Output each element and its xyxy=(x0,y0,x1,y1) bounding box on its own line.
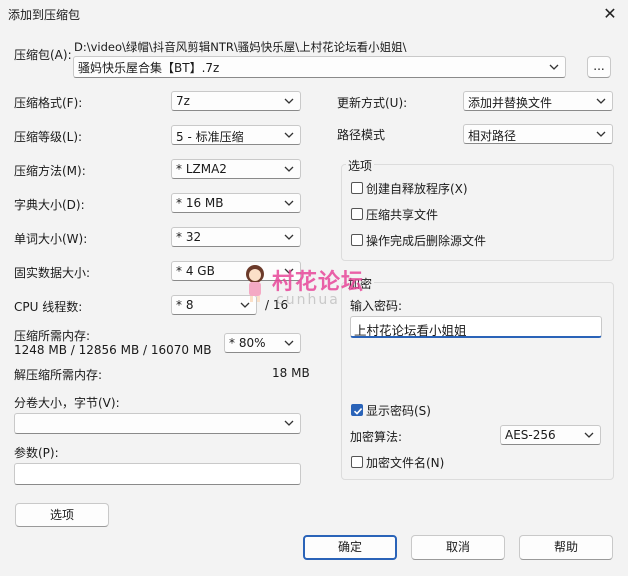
delete-label: 操作完成后删除源文件 xyxy=(366,234,487,248)
encrypt-group-title: 加密 xyxy=(346,275,375,292)
update-value: 添加并替换文件 xyxy=(468,96,553,110)
format-select[interactable]: 7z xyxy=(171,91,301,111)
method-value: * LZMA2 xyxy=(176,162,227,176)
shared-label: 压缩共享文件 xyxy=(366,208,439,222)
word-label: 单词大小(W): xyxy=(14,232,88,246)
close-icon: ✕ xyxy=(603,4,617,23)
method-select[interactable]: * LZMA2 xyxy=(171,159,301,179)
cancel-button-label: 取消 xyxy=(445,540,470,554)
volume-select[interactable] xyxy=(14,413,301,434)
dialog-title: 添加到压缩包 xyxy=(8,8,81,22)
encrypt-method-select[interactable]: AES-256 xyxy=(500,425,601,445)
archive-name-combo[interactable]: 骚妈快乐屋合集【BT】.7z xyxy=(73,56,566,78)
ok-button[interactable]: 确定 xyxy=(303,535,397,560)
password-value: 上村花论坛看小姐姐 xyxy=(354,323,467,338)
help-button-label: 帮助 xyxy=(553,540,578,554)
delete-checkbox[interactable] xyxy=(351,234,363,246)
close-button[interactable]: ✕ xyxy=(598,2,622,26)
chevron-down-icon xyxy=(240,302,250,308)
pathmode-label: 路径模式 xyxy=(337,128,386,142)
threads-max: / 16 xyxy=(265,298,289,312)
format-value: 7z xyxy=(176,94,190,108)
browse-label: ... xyxy=(593,59,605,73)
options-button[interactable]: 选项 xyxy=(15,503,109,527)
show-password-checkbox[interactable] xyxy=(351,404,363,416)
dict-value: * 16 MB xyxy=(176,196,224,210)
params-label: 参数(P): xyxy=(14,446,59,460)
encrypt-method-value: AES-256 xyxy=(505,428,556,442)
chevron-down-icon xyxy=(284,98,294,104)
threads-value: * 8 xyxy=(176,298,194,312)
chevron-down-icon xyxy=(284,420,294,426)
sfx-checkbox[interactable] xyxy=(351,182,363,194)
solid-select[interactable]: * 4 GB xyxy=(171,261,301,281)
params-input[interactable] xyxy=(14,463,301,485)
pathmode-select[interactable]: 相对路径 xyxy=(463,124,613,144)
volume-label: 分卷大小，字节(V): xyxy=(14,396,120,410)
chevron-down-icon xyxy=(284,234,294,240)
mem-value: * 80% xyxy=(229,336,266,350)
encrypt-names-checkbox[interactable] xyxy=(351,456,363,468)
mem-select[interactable]: * 80% xyxy=(224,333,301,353)
chevron-down-icon xyxy=(596,131,606,137)
word-select[interactable]: * 32 xyxy=(171,227,301,247)
encrypt-names-label: 加密文件名(N) xyxy=(366,456,445,470)
level-select[interactable]: 5 - 标准压缩 xyxy=(171,125,301,145)
solid-value: * 4 GB xyxy=(176,264,215,278)
browse-button[interactable]: ... xyxy=(587,56,611,78)
sfx-label: 创建自释放程序(X) xyxy=(366,182,468,196)
archive-label: 压缩包(A): xyxy=(14,48,72,62)
method-label: 压缩方法(M): xyxy=(14,164,86,178)
chevron-down-icon xyxy=(284,200,294,206)
threads-select[interactable]: * 8 xyxy=(171,295,257,315)
threads-label: CPU 线程数: xyxy=(14,300,83,314)
pathmode-value: 相对路径 xyxy=(468,129,517,143)
decomp-value: 18 MB xyxy=(272,366,310,380)
chevron-down-icon xyxy=(284,166,294,172)
chevron-down-icon xyxy=(284,340,294,346)
chevron-down-icon xyxy=(549,64,559,70)
shared-checkbox[interactable] xyxy=(351,208,363,220)
show-password-label: 显示密码(S) xyxy=(366,404,431,418)
level-value: 5 - 标准压缩 xyxy=(176,130,244,144)
word-value: * 32 xyxy=(176,230,202,244)
update-label: 更新方式(U): xyxy=(337,96,408,110)
chevron-down-icon xyxy=(284,132,294,138)
update-select[interactable]: 添加并替换文件 xyxy=(463,91,613,111)
format-label: 压缩格式(F): xyxy=(14,96,83,110)
options-group-title: 选项 xyxy=(346,157,375,174)
chevron-down-icon xyxy=(584,432,594,438)
mem-label: 压缩所需内存: xyxy=(14,329,91,343)
password-label: 输入密码: xyxy=(350,299,403,313)
help-button[interactable]: 帮助 xyxy=(519,535,613,560)
archive-path: D:\video\绿帽\抖音风剪辑NTR\骚妈快乐屋\上村花论坛看小姐姐\ xyxy=(74,40,407,54)
encrypt-method-label: 加密算法: xyxy=(350,430,403,444)
checkmark-icon xyxy=(353,408,363,415)
level-label: 压缩等级(L): xyxy=(14,130,83,144)
solid-label: 固实数据大小: xyxy=(14,266,91,280)
password-input[interactable]: 上村花论坛看小姐姐 xyxy=(350,316,602,338)
dict-select[interactable]: * 16 MB xyxy=(171,193,301,213)
dict-label: 字典大小(D): xyxy=(14,198,85,212)
cancel-button[interactable]: 取消 xyxy=(411,535,505,560)
options-button-label: 选项 xyxy=(49,508,74,522)
mem-detail: 1248 MB / 12856 MB / 16070 MB xyxy=(14,343,212,357)
chevron-down-icon xyxy=(284,268,294,274)
chevron-down-icon xyxy=(596,98,606,104)
title-bar: 添加到压缩包 ✕ xyxy=(0,0,628,28)
archive-name-value: 骚妈快乐屋合集【BT】.7z xyxy=(78,61,220,75)
decomp-label: 解压缩所需内存: xyxy=(14,368,103,382)
ok-button-label: 确定 xyxy=(337,540,362,554)
